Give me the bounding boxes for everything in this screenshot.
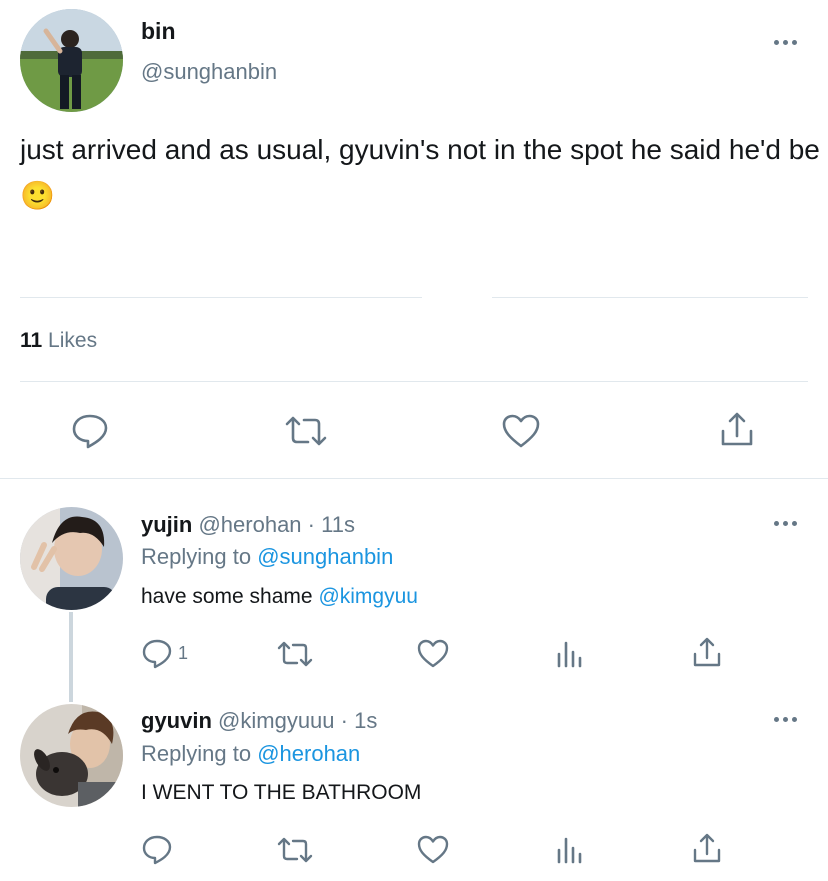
reply-display-name[interactable]: yujin [141,512,192,537]
replying-to-label: Replying to [141,544,252,569]
reply-header: yujin @herohan · 11s [141,512,355,538]
like-icon[interactable] [501,413,541,449]
retweet-icon[interactable] [276,641,314,667]
likes-label: Likes [48,329,98,352]
reply-display-name[interactable]: gyuvin [141,708,212,733]
share-icon[interactable] [719,411,755,449]
reply-icon[interactable] [141,638,173,670]
likes-stat[interactable]: 11 Likes [20,329,97,353]
reply-handle[interactable]: @herohan [198,512,301,537]
retweet-icon[interactable] [284,416,328,446]
divider [0,478,828,479]
author-handle[interactable]: @sunghanbin [141,59,277,85]
reply-count: 1 [178,643,189,663]
reply-text: I WENT TO THE BATHROOM [141,781,421,805]
replying-to: Replying to @sunghanbin [141,544,393,570]
replying-to-link[interactable]: @herohan [257,741,360,766]
avatar[interactable] [20,507,123,610]
more-options-icon[interactable] [774,521,797,526]
avatar[interactable] [20,704,123,807]
share-icon[interactable] [692,833,722,865]
divider [20,297,422,298]
reply-icon[interactable] [71,413,109,449]
like-icon[interactable] [416,834,450,865]
reply-text-body: I WENT TO THE BATHROOM [141,781,422,804]
thread-line [69,612,73,702]
divider [20,381,808,382]
more-options-icon[interactable] [774,717,797,722]
reply-handle[interactable]: @kimgyuuu [218,708,335,733]
replying-to-link[interactable]: @sunghanbin [257,544,393,569]
mention-link[interactable]: @kimgyuu [318,585,418,608]
tweet-text: just arrived and as usual, gyuvin's not … [20,134,820,211]
replying-to: Replying to @herohan [141,741,360,767]
reply-time[interactable]: · 11s [308,512,355,537]
reply-icon[interactable] [141,834,173,866]
more-options-icon[interactable] [774,40,797,45]
share-icon[interactable] [692,637,722,669]
reply-header: gyuvin @kimgyuuu · 1s [141,708,377,734]
like-icon[interactable] [416,638,450,669]
reply-text-body: have some shame [141,585,313,608]
reply-text: have some shame @kimgyuu [141,585,418,609]
likes-count: 11 [20,329,43,352]
analytics-icon[interactable] [555,836,585,864]
avatar[interactable] [20,9,123,112]
reply-time[interactable]: · 1s [341,708,378,733]
retweet-icon[interactable] [276,837,314,863]
replying-to-label: Replying to [141,741,252,766]
author-display-name[interactable]: bin [141,18,176,45]
analytics-icon[interactable] [555,640,585,668]
divider [492,297,808,298]
